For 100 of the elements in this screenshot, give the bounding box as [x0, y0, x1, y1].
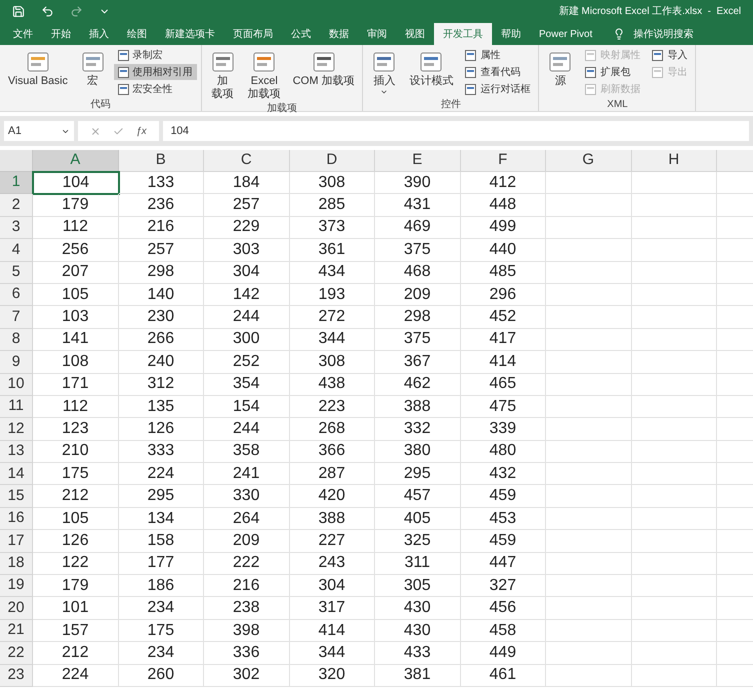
row-header[interactable]: 6	[0, 284, 33, 306]
row-header[interactable]: 5	[0, 262, 33, 284]
table-cell: 388	[290, 508, 375, 530]
row-header[interactable]: 10	[0, 374, 33, 396]
table-cell: 171	[33, 374, 118, 396]
ribbon-button[interactable]: Visual Basic	[4, 45, 72, 97]
table-cell: 465	[460, 374, 546, 396]
row-header[interactable]: 12	[0, 418, 33, 441]
ribbon-tab[interactable]: 文件	[4, 23, 42, 45]
ribbon-tab[interactable]: Power Pivot	[530, 23, 602, 45]
row-header[interactable]: 14	[0, 463, 33, 486]
row-header[interactable]: 21	[0, 620, 33, 642]
ribbon-small-button[interactable]: 使用相对引用	[114, 64, 197, 80]
table-cell: 179	[33, 194, 118, 217]
row-header[interactable]: 18	[0, 552, 33, 576]
function-icon[interactable]: ƒx	[136, 124, 147, 138]
ribbon-tab[interactable]: 公式	[282, 23, 320, 45]
table-cell: 448	[460, 194, 546, 217]
table-cell: 447	[460, 552, 546, 576]
table-cell: 224	[118, 463, 204, 486]
ribbon-button[interactable]: Excel 加载项	[244, 45, 285, 101]
ribbon-tab[interactable]: 帮助	[492, 23, 530, 45]
table-cell: 414	[460, 351, 546, 374]
row-header[interactable]: 13	[0, 440, 33, 464]
ribbon-tab[interactable]: 插入	[80, 23, 118, 45]
table-cell: 414	[290, 620, 375, 642]
column-header[interactable]: E	[375, 150, 460, 172]
ribbon-small-button[interactable]: 录制宏	[114, 47, 197, 63]
table-cell: 475	[460, 396, 546, 418]
row-header[interactable]: 11	[0, 396, 33, 418]
ribbon-tab[interactable]: 页面布局	[224, 23, 282, 45]
column-header[interactable]: B	[118, 150, 204, 172]
table-cell: 236	[118, 194, 204, 217]
table-cell: 333	[118, 440, 204, 464]
ribbon-button[interactable]: 宏	[76, 45, 110, 97]
row-header[interactable]: 20	[0, 597, 33, 620]
ribbon-tab[interactable]: 数据	[320, 23, 358, 45]
row-header[interactable]: 3	[0, 216, 33, 240]
table-cell: 209	[204, 530, 290, 553]
ribbon-button[interactable]: 插入	[367, 45, 402, 97]
ribbon-button[interactable]: COM 加载项	[288, 45, 358, 101]
ribbon-small-button[interactable]: 属性	[461, 47, 534, 63]
enter-icon[interactable]	[113, 126, 124, 136]
row-header[interactable]: 8	[0, 328, 33, 352]
ribbon-button[interactable]: 设计模式	[405, 45, 458, 97]
table-cell: 175	[33, 463, 118, 486]
row-header[interactable]: 19	[0, 575, 33, 598]
ribbon-tab[interactable]: 绘图	[118, 23, 156, 45]
row-header[interactable]: 15	[0, 485, 33, 508]
row-header[interactable]: 16	[0, 508, 33, 530]
row-header[interactable]: 23	[0, 664, 33, 687]
table-cell: 296	[460, 284, 546, 306]
ribbon-button[interactable]: 加 载项	[206, 45, 240, 101]
table-cell: 207	[33, 262, 118, 284]
ribbon-small-button[interactable]: 查看代码	[461, 64, 534, 80]
select-all-corner[interactable]	[0, 150, 33, 172]
row-header[interactable]: 4	[0, 239, 33, 262]
table-cell: 295	[375, 463, 460, 486]
row-header[interactable]: 7	[0, 306, 33, 329]
table-cell: 142	[204, 284, 290, 306]
column-header[interactable]: F	[460, 150, 546, 172]
column-header[interactable]: G	[546, 150, 632, 172]
ribbon-small-button[interactable]: 扩展包	[581, 64, 644, 80]
name-box[interactable]: A1	[4, 121, 74, 141]
table-cell: 398	[204, 620, 290, 642]
table-cell: 344	[290, 328, 375, 352]
tell-me-search[interactable]: 操作说明搜索	[633, 26, 694, 42]
ribbon-tab[interactable]: 开始	[42, 23, 80, 45]
ribbon-small-button[interactable]: 宏安全性	[114, 81, 197, 97]
table-cell: 123	[33, 418, 118, 441]
column-header[interactable]: H	[632, 150, 717, 172]
row-header[interactable]: 17	[0, 530, 33, 553]
ribbon-button[interactable]: 源	[543, 45, 578, 97]
table-cell: 175	[118, 620, 204, 642]
cancel-icon[interactable]	[90, 126, 101, 136]
column-header[interactable]: A	[33, 150, 118, 172]
column-header[interactable]: C	[204, 150, 290, 172]
row-header[interactable]: 2	[0, 194, 33, 217]
ribbon-tab[interactable]: 新建选项卡	[156, 23, 224, 45]
ribbon-tab[interactable]: 开发工具	[434, 23, 492, 45]
table-cell: 390	[375, 172, 460, 194]
small-tool-icon	[465, 84, 476, 94]
ribbon-small-button[interactable]: 导入	[648, 47, 692, 63]
table-cell: 266	[118, 328, 204, 352]
ribbon-small-button[interactable]: 运行对话框	[461, 81, 534, 97]
ribbon-tab[interactable]: 视图	[396, 23, 434, 45]
formula-input[interactable]: 104	[162, 121, 749, 141]
save-icon[interactable]	[12, 4, 25, 18]
table-cell: 234	[118, 642, 204, 665]
ribbon-tab[interactable]: 审阅	[358, 23, 396, 45]
row-header[interactable]: 9	[0, 351, 33, 374]
table-cell: 339	[460, 418, 546, 441]
table-cell: 216	[204, 575, 290, 598]
table-cell: 244	[204, 306, 290, 329]
column-header[interactable]: D	[290, 150, 375, 172]
row-header[interactable]: 1	[0, 172, 33, 194]
table-cell: 302	[204, 664, 290, 687]
table-cell: 257	[118, 239, 204, 262]
undo-icon[interactable]	[41, 4, 54, 18]
row-header[interactable]: 22	[0, 642, 33, 665]
